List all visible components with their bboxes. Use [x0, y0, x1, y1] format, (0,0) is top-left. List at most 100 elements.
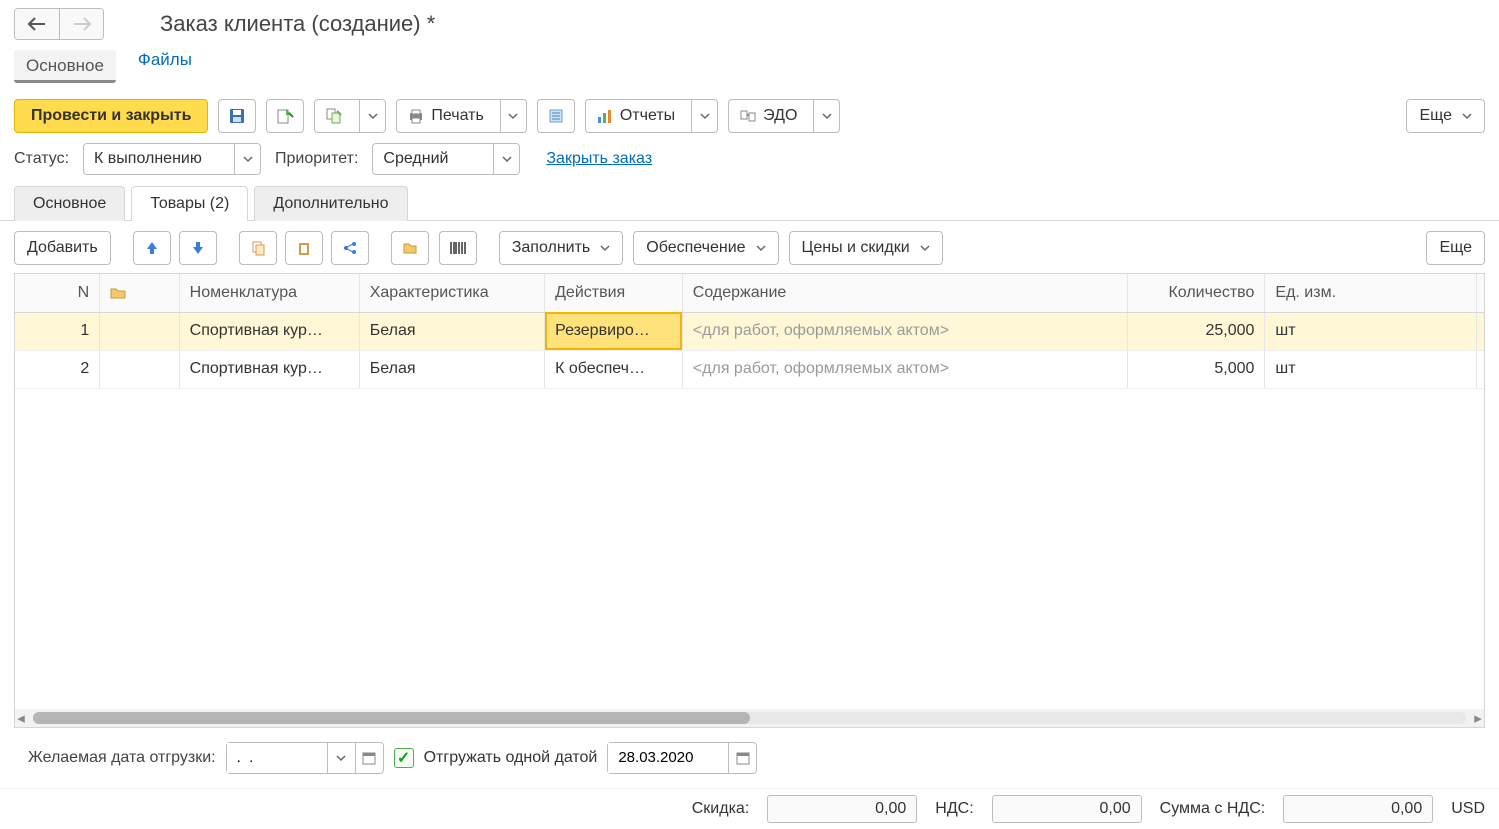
paste-icon: [296, 240, 312, 256]
status-value: К выполнению: [84, 150, 234, 168]
cell-qty[interactable]: 25,000: [1127, 312, 1265, 350]
cell-nom[interactable]: Спортивная кур…: [179, 312, 359, 350]
vat-label: НДС:: [935, 800, 973, 818]
priority-select[interactable]: Средний: [372, 143, 520, 175]
ship-date-input[interactable]: [226, 742, 384, 774]
cell-unit[interactable]: шт: [1265, 312, 1477, 350]
post-icon: [276, 107, 294, 125]
back-button[interactable]: [15, 9, 59, 39]
table-more-button[interactable]: Еще: [1426, 231, 1485, 265]
open-folder-button[interactable]: [391, 231, 429, 265]
calendar-icon: [736, 751, 750, 765]
cell-char[interactable]: Белая: [359, 350, 544, 388]
cell-n[interactable]: 2: [15, 350, 100, 388]
col-price[interactable]: Вид це: [1477, 274, 1485, 312]
ship-date-dropdown[interactable]: [327, 743, 355, 773]
single-date-calendar[interactable]: [728, 743, 756, 773]
share-button[interactable]: [331, 231, 369, 265]
caret-down-icon: [336, 753, 346, 763]
post-button[interactable]: [266, 99, 304, 133]
cell-act[interactable]: К обеспеч…: [545, 350, 683, 388]
ship-date-field[interactable]: [227, 743, 327, 773]
cell-unit[interactable]: шт: [1265, 350, 1477, 388]
col-char[interactable]: Характеристика: [359, 274, 544, 312]
cell-icon[interactable]: [100, 312, 179, 350]
status-select[interactable]: К выполнению: [83, 143, 261, 175]
ship-date-calendar[interactable]: [355, 743, 383, 773]
more-label: Еще: [1419, 107, 1452, 125]
save-button[interactable]: [218, 99, 256, 133]
discount-label: Скидка:: [692, 800, 750, 818]
table-row[interactable]: 2 Спортивная кур… Белая К обеспеч… <для …: [15, 350, 1485, 388]
goods-table[interactable]: N Номенклатура Характеристика Действия С…: [14, 273, 1485, 728]
arrow-left-icon: [27, 17, 47, 31]
col-qty[interactable]: Количество: [1127, 274, 1265, 312]
tab-extra[interactable]: Дополнительно: [254, 186, 407, 221]
reports-dropdown[interactable]: [691, 100, 717, 132]
barcode-button[interactable]: [439, 231, 477, 265]
caret-down-icon: [502, 154, 512, 164]
paste-button[interactable]: [285, 231, 323, 265]
cell-char[interactable]: Белая: [359, 312, 544, 350]
status-label: Статус:: [14, 150, 69, 168]
priority-dropdown[interactable]: [493, 144, 519, 174]
priority-label: Приоритет:: [275, 150, 358, 168]
prices-button[interactable]: Цены и скидки: [789, 231, 943, 265]
cell-qty[interactable]: 5,000: [1127, 350, 1265, 388]
calendar-icon: [362, 751, 376, 765]
edo-dropdown[interactable]: [813, 100, 839, 132]
single-date-field[interactable]: [608, 743, 728, 773]
col-nom[interactable]: Номенклатура: [179, 274, 359, 312]
edo-label: ЭДО: [763, 107, 797, 125]
folder-icon: [402, 240, 418, 256]
tab-goods[interactable]: Товары (2): [131, 186, 248, 221]
table-more-label: Еще: [1439, 239, 1472, 257]
col-icon[interactable]: [100, 274, 179, 312]
more-button[interactable]: Еще: [1406, 99, 1485, 133]
single-date-checkbox[interactable]: ✓: [394, 748, 414, 768]
move-up-button[interactable]: [133, 231, 171, 265]
col-act[interactable]: Действия: [545, 274, 683, 312]
cell-act[interactable]: Резервиро…: [545, 312, 683, 350]
files-button[interactable]: [537, 99, 575, 133]
cell-nom[interactable]: Спортивная кур…: [179, 350, 359, 388]
add-row-button[interactable]: Добавить: [14, 231, 111, 265]
close-order-link[interactable]: Закрыть заказ: [546, 150, 652, 168]
status-dropdown[interactable]: [234, 144, 260, 174]
arrow-right-icon: [72, 17, 92, 31]
table-row[interactable]: 1 Спортивная кур… Белая Резервиро… <для …: [15, 312, 1485, 350]
col-unit[interactable]: Ед. изм.: [1265, 274, 1477, 312]
copy-button[interactable]: [239, 231, 277, 265]
supply-button[interactable]: Обеспечение: [633, 231, 778, 265]
print-button[interactable]: Печать: [396, 99, 526, 133]
create-based-on-dropdown[interactable]: [359, 100, 385, 132]
cell-cont[interactable]: <для работ, оформляемых актом>: [682, 312, 1127, 350]
currency-label: USD: [1451, 800, 1485, 818]
move-down-button[interactable]: [179, 231, 217, 265]
subnav-files[interactable]: Файлы: [138, 50, 192, 83]
create-based-on-button[interactable]: [314, 99, 386, 133]
horizontal-scrollbar[interactable]: ◂ ▸: [15, 709, 1484, 727]
nav-buttons: [14, 8, 104, 40]
fill-button[interactable]: Заполнить: [499, 231, 624, 265]
cell-price[interactable]: <прои: [1477, 312, 1485, 350]
cell-cont[interactable]: <для работ, оформляемых актом>: [682, 350, 1127, 388]
reports-icon: [596, 107, 614, 125]
cell-price[interactable]: <прои: [1477, 350, 1485, 388]
col-n[interactable]: N: [15, 274, 100, 312]
edo-button[interactable]: ЭДО: [728, 99, 840, 133]
page-title: Заказ клиента (создание) *: [160, 11, 435, 37]
edo-icon: [739, 107, 757, 125]
forward-button[interactable]: [59, 9, 103, 39]
post-and-close-button[interactable]: Провести и закрыть: [14, 99, 208, 133]
print-dropdown[interactable]: [500, 100, 526, 132]
subnav-main[interactable]: Основное: [14, 50, 116, 83]
tab-main[interactable]: Основное: [14, 186, 125, 221]
caret-down-icon: [508, 111, 518, 121]
single-date-input[interactable]: [607, 742, 757, 774]
col-cont[interactable]: Содержание: [682, 274, 1127, 312]
scrollbar-thumb[interactable]: [33, 712, 750, 724]
cell-n[interactable]: 1: [15, 312, 100, 350]
reports-button[interactable]: Отчеты: [585, 99, 718, 133]
cell-icon[interactable]: [100, 350, 179, 388]
